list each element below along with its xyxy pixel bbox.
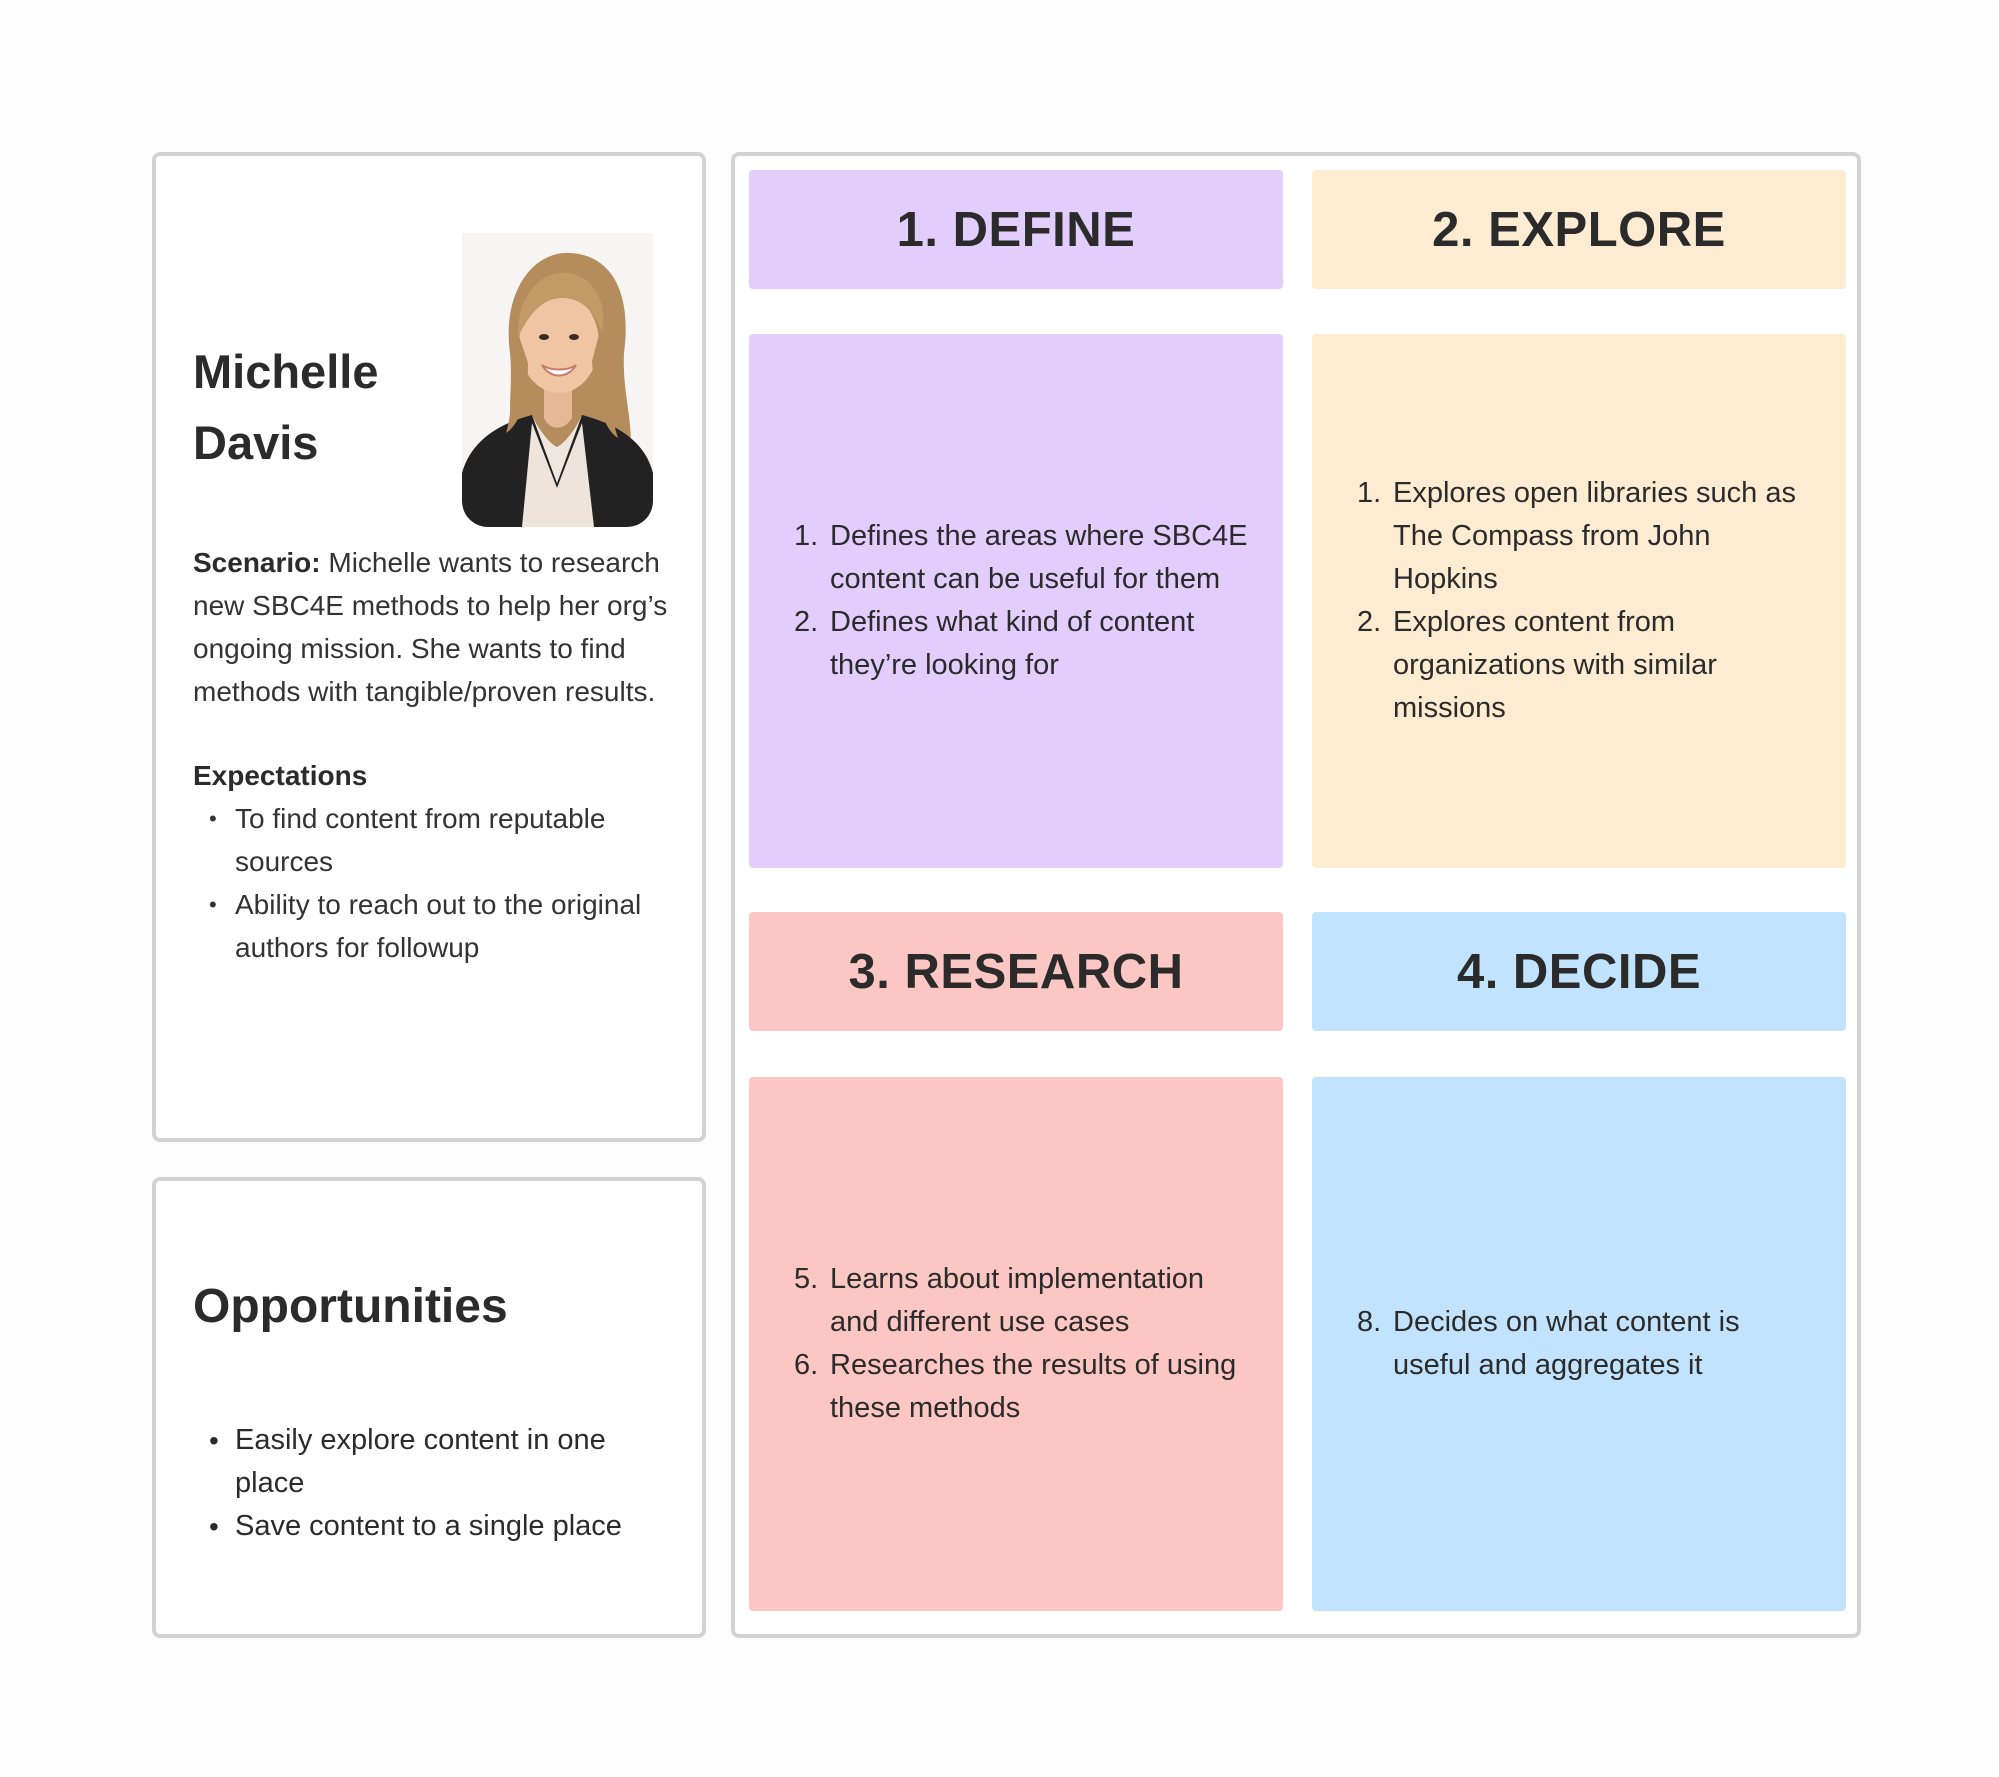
stage-step: 6. Researches the results of using these … [794,1344,1253,1430]
step-text: Learns about implementation and differen… [830,1263,1205,1338]
step-text: Decides on what content is useful and ag… [1393,1306,1740,1381]
stage-body-explore: 1. Explores open libraries such as The Co… [1312,334,1846,868]
stage-header-research: 3. RESEARCH [749,912,1283,1031]
stage-step: 8. Decides on what content is useful and … [1357,1301,1816,1387]
opportunity-item: Easily explore content in one place [193,1419,683,1505]
stage-header-explore: 2. EXPLORE [1312,170,1846,289]
stage-steps-decide: 8. Decides on what content is useful and … [1357,1301,1816,1387]
expectations-list: To find content from reputable sources A… [193,797,673,969]
expectation-item: Ability to reach out to the original aut… [193,883,673,969]
persona-photo [462,233,653,527]
persona-first-name: Michelle [193,345,379,398]
step-text: Researches the results of using these me… [830,1349,1237,1424]
step-number: 2. [1357,606,1382,638]
persona-name: Michelle Davis [193,336,378,478]
persona-portrait-illustration [462,233,653,527]
scenario-text: Scenario: Michelle wants to research new… [193,541,683,713]
step-text: Defines the areas where SBC4E content ca… [830,520,1248,595]
persona-card: Michelle Davis Scenario: Michelle wants … [152,152,706,1142]
opportunity-item: Save content to a single place [193,1505,683,1548]
stage-step: 1. Defines the areas where SBC4E content … [794,515,1253,601]
stage-body-research: 5. Learns about implementation and differ… [749,1077,1283,1611]
journey-stages-board: 1. DEFINE 1. Defines the areas where SBC4… [731,152,1861,1638]
stage-body-define: 1. Defines the areas where SBC4E content … [749,334,1283,868]
stage-steps-explore: 1. Explores open libraries such as The Co… [1357,472,1816,730]
stage-header-decide: 4. DECIDE [1312,912,1846,1031]
expectations-title: Expectations [193,760,368,791]
step-text: Defines what kind of content they’re loo… [830,606,1195,681]
step-number: 5. [794,1263,819,1295]
step-text: Explores content from organizations with… [1393,606,1717,724]
opportunities-list: Easily explore content in one place Save… [193,1419,683,1548]
opportunities-title: Opportunities [193,1280,508,1333]
stage-body-decide: 8. Decides on what content is useful and … [1312,1077,1846,1611]
expectation-item: To find content from reputable sources [193,797,673,883]
scenario-label: Scenario: [193,547,321,578]
stage-steps-research: 5. Learns about implementation and differ… [794,1258,1253,1430]
step-number: 1. [794,520,819,552]
stage-step: 2. Explores content from organizations wi… [1357,601,1816,730]
stage-header-define: 1. DEFINE [749,170,1283,289]
stage-step: 2. Defines what kind of content they’re l… [794,601,1253,687]
step-number: 1. [1357,477,1382,509]
opportunities-card: Opportunities Easily explore content in … [152,1177,706,1638]
step-number: 8. [1357,1306,1382,1338]
stage-step: 1. Explores open libraries such as The Co… [1357,472,1816,601]
stage-steps-define: 1. Defines the areas where SBC4E content … [794,515,1253,687]
persona-last-name: Davis [193,416,319,469]
step-number: 2. [794,606,819,638]
step-number: 6. [794,1349,819,1381]
step-text: Explores open libraries such as The Comp… [1393,477,1796,595]
stage-step: 5. Learns about implementation and differ… [794,1258,1253,1344]
